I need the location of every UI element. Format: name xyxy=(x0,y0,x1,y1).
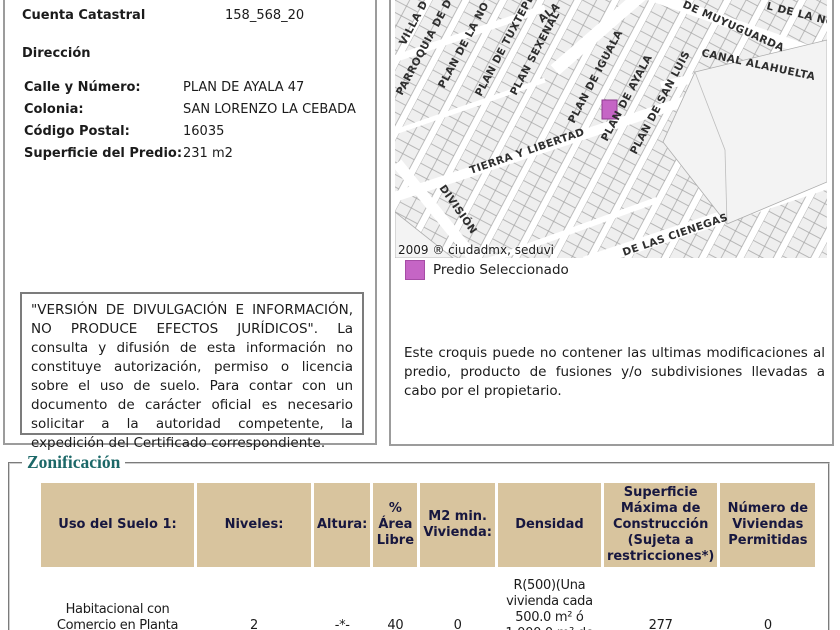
header-densidad: Densidad xyxy=(497,483,601,567)
colonia-value: SAN LORENZO LA CEBADA xyxy=(183,102,356,117)
header-niveles: Niveles: xyxy=(197,483,311,567)
header-uso-del-suelo: Uso del Suelo 1: xyxy=(41,483,194,567)
account-label: Cuenta Catastral xyxy=(22,8,146,23)
zoning-legend: Zonificación xyxy=(22,452,126,473)
street-number-label: Calle y Número: xyxy=(24,80,141,95)
cell-altura: -*- xyxy=(314,570,371,630)
street-number-value: PLAN DE AYALA 47 xyxy=(183,80,305,95)
legal-disclaimer-text: "VERSIÓN DE DIVULGACIÓN E INFORMACIÓN, N… xyxy=(31,302,353,451)
street-map: VILLA D PARROQUIA DE D PLAN DE LA NO PLA… xyxy=(395,0,827,258)
header-num-viviendas: Número de Viviendas Permitidas xyxy=(720,483,816,567)
address-heading: Dirección xyxy=(22,46,91,61)
header-area-libre: % Área Libre xyxy=(373,483,418,567)
cell-superficie-max: 277 xyxy=(603,570,718,630)
postal-code-value: 16035 xyxy=(183,124,225,139)
cell-m2-min: 0 xyxy=(420,570,495,630)
account-value: 158_568_20 xyxy=(225,8,305,23)
lot-area-label: Superficie del Predio: xyxy=(24,146,183,161)
selected-parcel-swatch xyxy=(405,260,425,280)
legal-disclaimer-box: "VERSIÓN DE DIVULGACIÓN E INFORMACIÓN, N… xyxy=(20,292,364,451)
zoning-fieldset: Zonificación Uso del Suelo 1: Niveles: A… xyxy=(8,452,830,630)
map-attribution: 2009 ® ciudadmx, seduvi xyxy=(398,243,555,257)
header-superficie-max: Superficie Máxima de Construcción (Sujet… xyxy=(603,483,718,567)
map-panel: VILLA D PARROQUIA DE D PLAN DE LA NO PLA… xyxy=(389,0,834,446)
cell-uso-del-suelo: Habitacional con Comercio en Planta Baja xyxy=(41,570,194,630)
legend-label: Predio Seleccionado xyxy=(433,262,569,278)
cell-densidad: R(500)(Una vivienda cada 500.0 m² ó 1,00… xyxy=(497,570,601,630)
cell-num-viviendas: 0 xyxy=(720,570,816,630)
zoning-header-row: Uso del Suelo 1: Niveles: Altura: % Área… xyxy=(41,483,816,567)
lot-area-value: 231 m2 xyxy=(183,146,233,161)
cell-niveles: 2 xyxy=(197,570,311,630)
colonia-label: Colonia: xyxy=(24,102,84,117)
cell-area-libre: 40 xyxy=(373,570,418,630)
header-m2-min: M2 min. Vivienda: xyxy=(420,483,495,567)
zoning-data-row: Habitacional con Comercio en Planta Baja… xyxy=(41,570,816,630)
postal-code-label: Código Postal: xyxy=(24,124,130,139)
croquis-note: Este croquis puede no contener las ultim… xyxy=(404,345,825,399)
map-canvas[interactable]: VILLA D PARROQUIA DE D PLAN DE LA NO PLA… xyxy=(395,0,827,258)
cadastral-page: Cuenta Catastral 158_568_20 Dirección Ca… xyxy=(0,0,840,630)
header-altura: Altura: xyxy=(314,483,371,567)
zoning-table: Uso del Suelo 1: Niveles: Altura: % Área… xyxy=(38,480,818,630)
property-info-panel: Cuenta Catastral 158_568_20 Dirección Ca… xyxy=(3,0,377,451)
